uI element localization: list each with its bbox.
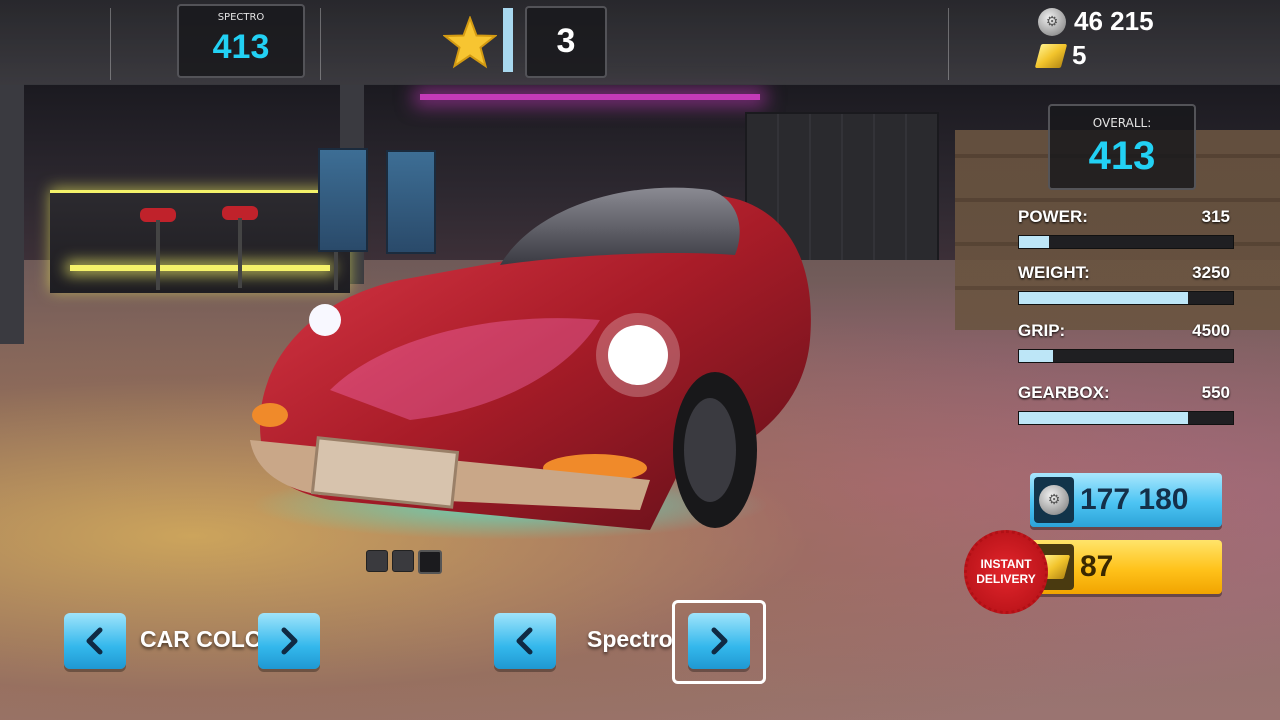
silver-coin-icon: ⚙ xyxy=(1038,7,1066,36)
overall-label: OVERALL: xyxy=(1092,116,1152,130)
overall-value: 413 xyxy=(1088,134,1156,178)
stars-count: 3 xyxy=(556,22,576,60)
stat-value: 315 xyxy=(1201,207,1230,226)
stat-value: 4500 xyxy=(1192,321,1230,340)
gold-bar-icon xyxy=(1034,43,1068,68)
stat-name: WEIGHT: xyxy=(1018,263,1090,282)
chevron-right-icon xyxy=(711,627,728,655)
gold-counter: 5 xyxy=(1034,40,1087,71)
stat-bar xyxy=(1018,291,1234,305)
coins-value: 46 215 xyxy=(1074,6,1154,36)
stars-panel: 3 xyxy=(525,6,607,78)
neon-light xyxy=(420,94,760,100)
bar-stool-leg xyxy=(156,220,160,290)
divider xyxy=(110,8,111,80)
silver-coin-icon: ⚙ xyxy=(1034,477,1074,523)
car-rating-value: 413 xyxy=(212,28,270,66)
chevron-left-icon xyxy=(516,627,533,655)
coins-counter: ⚙ 46 215 xyxy=(1038,6,1154,37)
buy-with-gold-button[interactable]: 87 xyxy=(1030,540,1222,594)
color-prev-button[interactable] xyxy=(64,613,126,669)
gallery-dot[interactable] xyxy=(366,550,388,572)
stat-bar-fill xyxy=(1019,236,1049,248)
overall-rating-panel: OVERALL: 413 xyxy=(1048,104,1196,190)
stat-bar-fill xyxy=(1019,350,1054,362)
stat-name: GEARBOX: xyxy=(1018,383,1110,402)
stat-bar xyxy=(1018,411,1234,425)
stat-value: 550 xyxy=(1201,383,1230,402)
pillar xyxy=(0,84,24,344)
car-rating-panel: SPECTRO 413 xyxy=(177,4,305,78)
gallery-dot-active[interactable] xyxy=(418,550,442,574)
badge-line1: INSTANT xyxy=(980,557,1032,571)
chevron-left-icon xyxy=(86,627,103,655)
stat-name: GRIP: xyxy=(1018,321,1066,340)
car-name-label: SPECTRO xyxy=(217,12,265,23)
stat-name: POWER: xyxy=(1018,207,1088,226)
stat-bar-fill xyxy=(1019,292,1189,304)
divider xyxy=(320,8,321,80)
gallery-dot[interactable] xyxy=(392,550,414,572)
car-next-button[interactable] xyxy=(688,613,750,669)
buy-with-coins-button[interactable]: ⚙ 177 180 xyxy=(1030,473,1222,527)
stat-bar xyxy=(1018,349,1234,363)
stat-bar xyxy=(1018,235,1234,249)
top-bar: SPECTRO 413 3 ⚙ 46 215 5 xyxy=(0,0,1280,85)
star-separator xyxy=(503,8,513,72)
divider xyxy=(948,8,949,80)
stat-bar-fill xyxy=(1019,412,1189,424)
chevron-right-icon xyxy=(281,627,298,655)
gold-price: 87 xyxy=(1080,550,1114,583)
car-name-label: Spectro xyxy=(587,626,673,652)
star-icon xyxy=(443,16,497,69)
color-next-button[interactable] xyxy=(258,613,320,669)
badge-line2: DELIVERY xyxy=(976,572,1036,586)
coin-glyph: ⚙ xyxy=(1039,485,1069,515)
coin-price: 177 180 xyxy=(1080,483,1189,516)
car-illustration xyxy=(250,187,811,530)
stat-value: 3250 xyxy=(1192,263,1230,282)
car-prev-button[interactable] xyxy=(494,613,556,669)
gold-value: 5 xyxy=(1072,40,1087,70)
instant-delivery-badge: INSTANT DELIVERY xyxy=(964,530,1048,614)
